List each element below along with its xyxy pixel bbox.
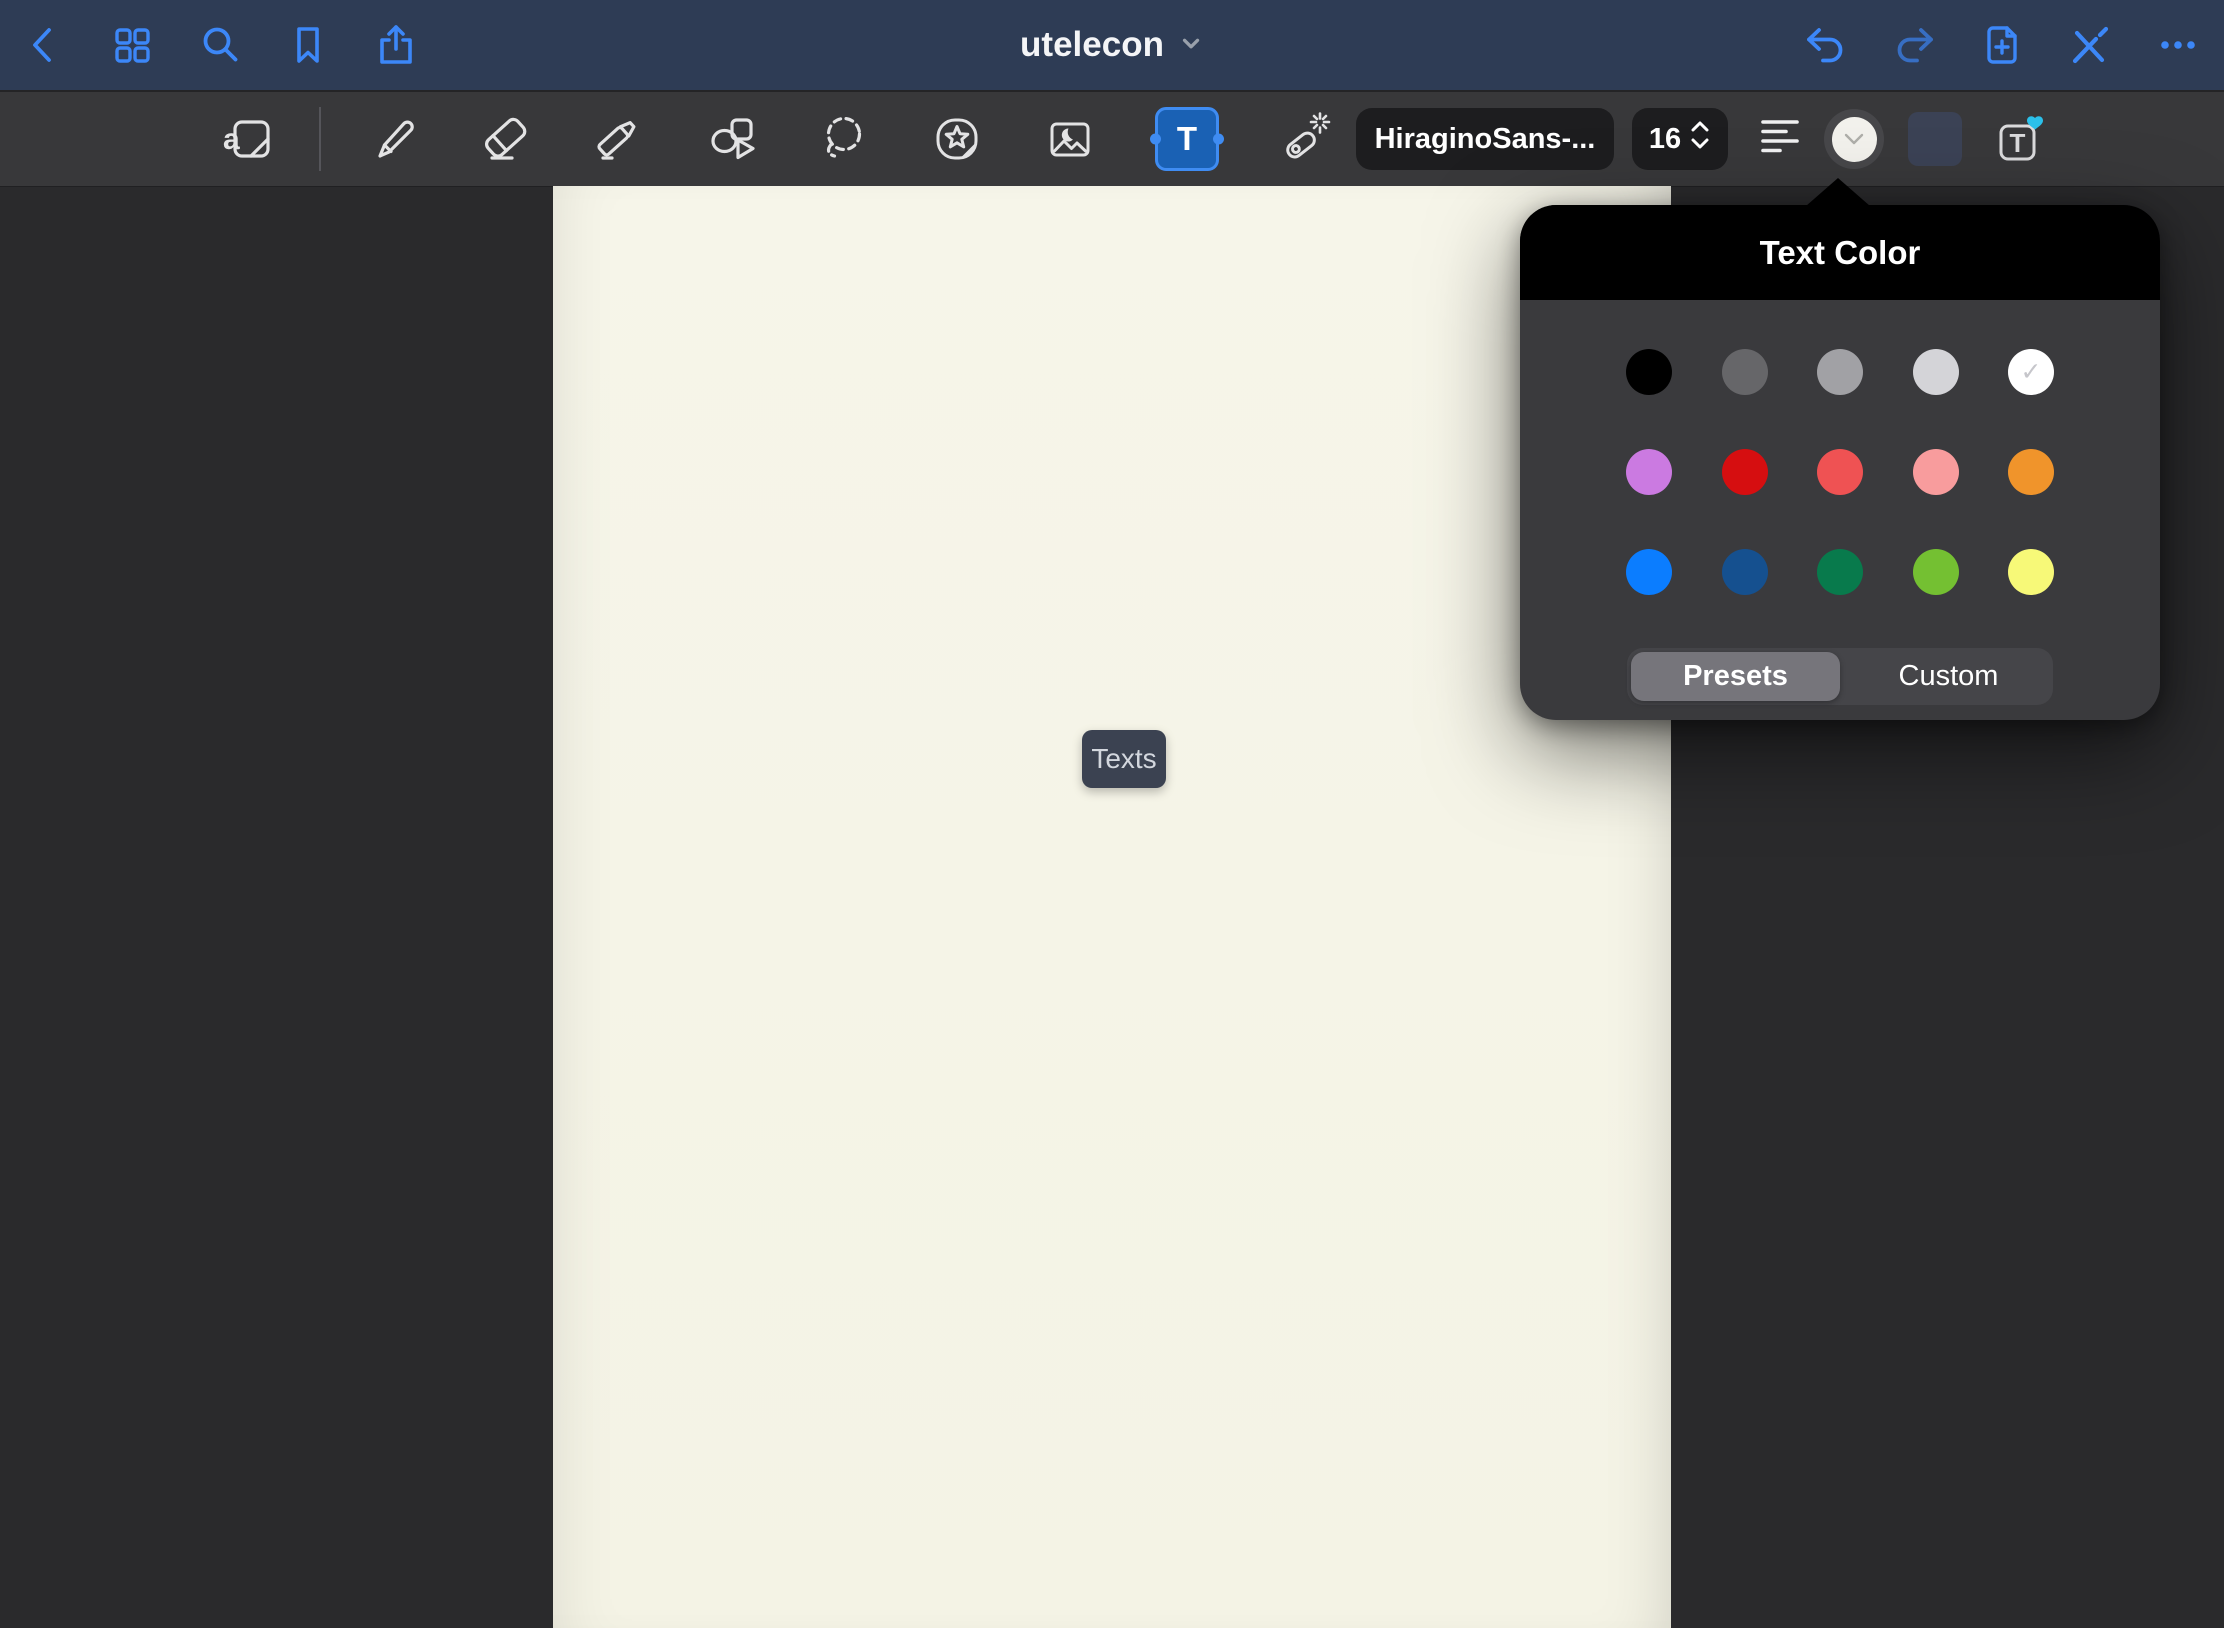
text-box-on-canvas[interactable]: Texts <box>1082 730 1166 788</box>
nav-bar: utelecon <box>0 0 2224 90</box>
lasso-icon <box>816 111 872 167</box>
text-tool-button-selected[interactable]: T <box>1155 107 1219 171</box>
pen-tool-button[interactable] <box>364 111 420 167</box>
swatch-purple[interactable] <box>1626 449 1672 495</box>
app-screen: utelecon a <box>0 0 2224 1628</box>
share-icon <box>372 21 420 69</box>
nav-right-group <box>1802 21 2224 69</box>
toolbar-divider <box>319 107 321 171</box>
text-style-heart-icon: T <box>1990 111 2046 167</box>
svg-text:T: T <box>2010 128 2026 158</box>
font-name-label: HiraginoSans-... <box>1375 123 1596 156</box>
bookmark-button[interactable] <box>284 21 332 69</box>
bookmark-icon <box>284 21 332 69</box>
highlighter-tool-button[interactable] <box>590 111 646 167</box>
page-grid-icon <box>108 21 156 69</box>
shapes-icon <box>703 111 759 167</box>
swatch-row <box>1626 549 2054 595</box>
back-button[interactable] <box>20 21 68 69</box>
redo-button[interactable] <box>1890 21 1938 69</box>
swatch-yellow[interactable] <box>2008 549 2054 595</box>
redo-icon <box>1890 21 1938 69</box>
stepper-chevrons-icon <box>1689 116 1711 162</box>
view-mode-icon: a <box>220 111 276 167</box>
popover-arrow <box>1806 178 1870 206</box>
swatch-white[interactable]: ✓ <box>2008 349 2054 395</box>
highlighter-icon <box>590 111 646 167</box>
swatch-red[interactable] <box>1722 449 1768 495</box>
nav-left-group <box>0 21 420 69</box>
color-swatch-grid: ✓ <box>1520 349 2160 595</box>
laser-pointer-button[interactable] <box>1276 111 1332 167</box>
swatch-navy[interactable] <box>1722 549 1768 595</box>
swatch-coral[interactable] <box>1817 449 1863 495</box>
swatch-dark-gray[interactable] <box>1722 349 1768 395</box>
selected-check-icon: ✓ <box>2021 360 2042 385</box>
tool-bar: a <box>0 90 2224 186</box>
presets-custom-segment: Presets Custom <box>1627 648 2053 705</box>
share-button[interactable] <box>372 21 420 69</box>
font-name-button[interactable]: HiraginoSans-... <box>1356 108 1614 170</box>
selection-handle-left <box>1150 134 1161 145</box>
current-color-swatch <box>1832 117 1877 162</box>
undo-icon <box>1802 21 1850 69</box>
selection-handle-right <box>1213 134 1224 145</box>
pen-icon <box>364 111 420 167</box>
pen-cross-icon <box>2066 21 2114 69</box>
swatch-lime[interactable] <box>1913 549 1959 595</box>
text-color-popover: Text Color ✓ Presets Custom <box>1520 205 2160 720</box>
shapes-tool-button[interactable] <box>703 111 759 167</box>
stickers-icon <box>929 111 985 167</box>
tab-presets-label: Presets <box>1683 660 1788 693</box>
image-icon <box>1042 111 1098 167</box>
add-page-button[interactable] <box>1978 21 2026 69</box>
tools-group: a <box>220 107 1332 171</box>
swatch-blue[interactable] <box>1626 549 1672 595</box>
thumbnails-button[interactable] <box>108 21 156 69</box>
swatch-orange[interactable] <box>2008 449 2054 495</box>
laser-pointer-icon <box>1276 111 1332 167</box>
eraser-icon <box>477 111 533 167</box>
pen-toggle-button[interactable] <box>2066 21 2114 69</box>
add-page-icon <box>1978 21 2026 69</box>
more-icon <box>2154 21 2202 69</box>
back-icon <box>20 21 68 69</box>
swatch-green[interactable] <box>1817 549 1863 595</box>
tab-custom-label: Custom <box>1899 660 1999 693</box>
text-box-label: Texts <box>1091 743 1156 775</box>
swatch-light-gray[interactable] <box>1913 349 1959 395</box>
swatch-pink[interactable] <box>1913 449 1959 495</box>
lasso-tool-button[interactable] <box>816 111 872 167</box>
swatch-black[interactable] <box>1626 349 1672 395</box>
search-button[interactable] <box>196 21 244 69</box>
svg-text:a: a <box>223 123 240 156</box>
tab-custom[interactable]: Custom <box>1844 648 2053 705</box>
text-color-button[interactable] <box>1824 109 1884 169</box>
view-mode-button[interactable]: a <box>220 111 276 167</box>
stickers-tool-button[interactable] <box>929 111 985 167</box>
favorite-text-style-button[interactable]: T <box>1990 111 2046 167</box>
swatch-row: ✓ <box>1626 349 2054 395</box>
image-tool-button[interactable] <box>1042 111 1098 167</box>
undo-button[interactable] <box>1802 21 1850 69</box>
align-left-icon <box>1752 111 1808 167</box>
popover-header: Text Color <box>1520 205 2160 300</box>
note-page-canvas[interactable] <box>553 186 1671 1628</box>
text-align-button[interactable] <box>1752 111 1808 167</box>
more-button[interactable] <box>2154 21 2202 69</box>
search-icon <box>196 21 244 69</box>
font-size-stepper[interactable]: 16 <box>1632 108 1728 170</box>
swatch-gray[interactable] <box>1817 349 1863 395</box>
font-size-value: 16 <box>1649 123 1681 156</box>
document-title: utelecon <box>1020 25 1164 65</box>
text-tool-glyph: T <box>1177 120 1197 158</box>
popover-title: Text Color <box>1760 234 1921 272</box>
chevron-down-icon <box>1178 30 1204 61</box>
document-title-button[interactable]: utelecon <box>1020 0 1204 90</box>
eraser-tool-button[interactable] <box>477 111 533 167</box>
chevron-down-icon <box>1843 132 1865 146</box>
tab-presets[interactable]: Presets <box>1631 652 1840 701</box>
swatch-row <box>1626 449 2054 495</box>
dimmed-style-button <box>1908 112 1962 166</box>
